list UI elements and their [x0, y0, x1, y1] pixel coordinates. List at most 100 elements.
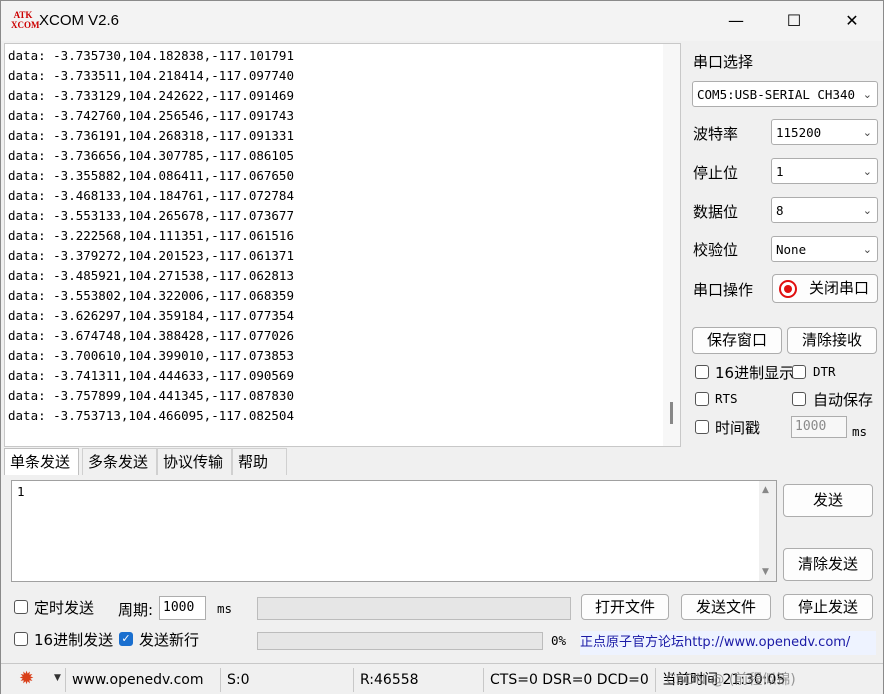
scroll-down-icon[interactable]: ▼ [762, 567, 769, 577]
tab-help[interactable]: 帮助 [232, 448, 287, 475]
tab-single-send[interactable]: 单条发送 [4, 448, 79, 475]
receive-line: data: -3.736656,104.307785,-117.086105 [8, 148, 294, 163]
send-info-field [257, 597, 571, 620]
receive-line: data: -3.379272,104.201523,-117.061371 [8, 248, 294, 263]
timestamp-label: 时间戳 [715, 419, 761, 437]
tab-multi-send[interactable]: 多条发送 [82, 448, 157, 475]
chevron-down-icon: ⌄ [862, 165, 872, 178]
clear-receive-button[interactable]: 清除接收 [787, 327, 877, 354]
port-select-value: COM5:USB-SERIAL CH340 [697, 87, 856, 102]
stop-bits-select[interactable]: 1 ⌄ [771, 158, 878, 184]
csdn-watermark: CSDN @ (前程似锦) [666, 672, 796, 688]
receive-line: data: -3.735730,104.182838,-117.101791 [8, 48, 294, 63]
data-bits-select[interactable]: 8 ⌄ [771, 197, 878, 223]
port-select[interactable]: COM5:USB-SERIAL CH340 ⌄ [692, 81, 878, 107]
chevron-down-icon: ⌄ [862, 126, 872, 139]
receive-line: data: -3.742760,104.256546,-117.091743 [8, 108, 294, 123]
open-file-button[interactable]: 打开文件 [581, 594, 669, 620]
parity-select[interactable]: None ⌄ [771, 236, 878, 262]
receive-line: data: -3.355882,104.086411,-117.067650 [8, 168, 294, 183]
send-scrollbar[interactable]: ▲ ▼ [759, 481, 776, 581]
period-input[interactable]: 1000 [159, 596, 206, 620]
dtr-label: DTR [813, 364, 836, 379]
receive-scrollbar[interactable] [663, 44, 680, 446]
auto-save-checkbox[interactable] [792, 392, 806, 406]
timestamp-ms-label: ms [852, 424, 868, 439]
save-window-button[interactable]: 保存窗口 [692, 327, 782, 354]
baud-label: 波特率 [693, 125, 739, 143]
receive-line: data: -3.674748,104.388428,-117.077026 [8, 328, 294, 343]
send-button[interactable]: 发送 [783, 484, 873, 517]
dropdown-arrow-icon[interactable]: ▼ [54, 673, 61, 683]
rts-checkbox[interactable] [695, 392, 709, 406]
dtr-checkbox[interactable] [792, 365, 806, 379]
send-newline-label: 发送新行 [139, 631, 200, 649]
port-status-icon [779, 280, 797, 298]
port-select-label: 串口选择 [693, 53, 754, 71]
receive-line: data: -3.553133,104.265678,-117.073677 [8, 208, 294, 223]
stop-bits-label: 停止位 [693, 164, 739, 182]
timestamp-input[interactable]: 1000 [791, 416, 847, 438]
hex-display-checkbox[interactable] [695, 365, 709, 379]
parity-label: 校验位 [693, 241, 739, 259]
status-bar: ✹ ▼ www.openedv.com S:0 R:46558 CTS=0 DS… [1, 663, 883, 694]
close-port-button[interactable]: 关闭串口 [772, 274, 878, 303]
send-textbox[interactable]: 1 ▲ ▼ [11, 480, 777, 582]
receive-textbox[interactable]: data: -3.735730,104.182838,-117.101791 da… [4, 43, 681, 447]
app-window: ATK XCOM XCOM V2.6 — ☐ ✕ data: -3.735730… [0, 0, 884, 694]
receive-line: data: -3.733511,104.218414,-117.097740 [8, 68, 294, 83]
port-op-label: 串口操作 [693, 281, 754, 299]
minimize-button[interactable]: — [707, 1, 765, 41]
receive-line: data: -3.757899,104.441345,-117.087830 [8, 388, 294, 403]
sent-count: S:0 [220, 668, 351, 692]
baud-select-value: 115200 [776, 125, 822, 140]
modem-signals: CTS=0 DSR=0 DCD=0 [483, 668, 650, 692]
receive-text: data: -3.735730,104.182838,-117.101791 da… [8, 46, 294, 426]
receive-scroll-thumb[interactable] [670, 402, 673, 424]
tab-protocol[interactable]: 协议传输 [157, 448, 232, 475]
stop-bits-value: 1 [776, 164, 784, 179]
data-bits-label: 数据位 [693, 203, 739, 221]
stop-send-button[interactable]: 停止发送 [783, 594, 873, 620]
close-window-button[interactable]: ✕ [823, 1, 881, 41]
forum-link[interactable]: 正点原子官方论坛http://www.openedv.com/ [580, 631, 876, 655]
title-bar: ATK XCOM XCOM V2.6 — ☐ ✕ [1, 1, 883, 41]
data-bits-value: 8 [776, 203, 784, 218]
receive-line: data: -3.553802,104.322006,-117.068359 [8, 288, 294, 303]
progress-percent: 0% [551, 633, 567, 648]
received-count: R:46558 [353, 668, 482, 692]
chevron-down-icon: ⌄ [862, 243, 872, 256]
receive-line: data: -3.753713,104.466095,-117.082504 [8, 408, 294, 423]
chevron-down-icon: ⌄ [862, 88, 872, 101]
scroll-up-icon[interactable]: ▲ [762, 485, 769, 495]
send-file-button[interactable]: 发送文件 [681, 594, 771, 620]
hex-send-label: 16进制发送 [34, 631, 114, 649]
settings-gear-icon[interactable]: ✹ [19, 669, 34, 689]
hex-send-checkbox[interactable] [14, 632, 28, 646]
baud-select[interactable]: 115200 ⌄ [771, 119, 878, 145]
atk-logo-icon: ATK XCOM [11, 10, 40, 30]
rts-label: RTS [715, 391, 738, 406]
timestamp-checkbox[interactable] [695, 420, 709, 434]
website-link[interactable]: www.openedv.com [65, 668, 218, 692]
receive-line: data: -3.468133,104.184761,-117.072784 [8, 188, 294, 203]
send-newline-checkbox[interactable]: ✓ [119, 632, 133, 646]
chevron-down-icon: ⌄ [862, 204, 872, 217]
receive-line: data: -3.626297,104.359184,-117.077354 [8, 308, 294, 323]
timed-send-label: 定时发送 [34, 599, 95, 617]
clear-send-button[interactable]: 清除发送 [783, 548, 873, 581]
send-progress-bar [257, 632, 543, 650]
receive-line: data: -3.741311,104.444633,-117.090569 [8, 368, 294, 383]
send-text: 1 [17, 484, 25, 499]
receive-line: data: -3.733129,104.242622,-117.091469 [8, 88, 294, 103]
period-ms-label: ms [217, 601, 233, 616]
maximize-button[interactable]: ☐ [765, 1, 823, 41]
forum-link-text[interactable]: 正点原子官方论坛http://www.openedv.com/ [580, 635, 850, 650]
timed-send-checkbox[interactable] [14, 600, 28, 614]
receive-line: data: -3.222568,104.111351,-117.061516 [8, 228, 294, 243]
receive-line: data: -3.485921,104.271538,-117.062813 [8, 268, 294, 283]
period-label: 周期: [118, 601, 154, 619]
receive-line: data: -3.700610,104.399010,-117.073853 [8, 348, 294, 363]
parity-value: None [776, 242, 807, 257]
close-port-label: 关闭串口 [809, 279, 870, 297]
